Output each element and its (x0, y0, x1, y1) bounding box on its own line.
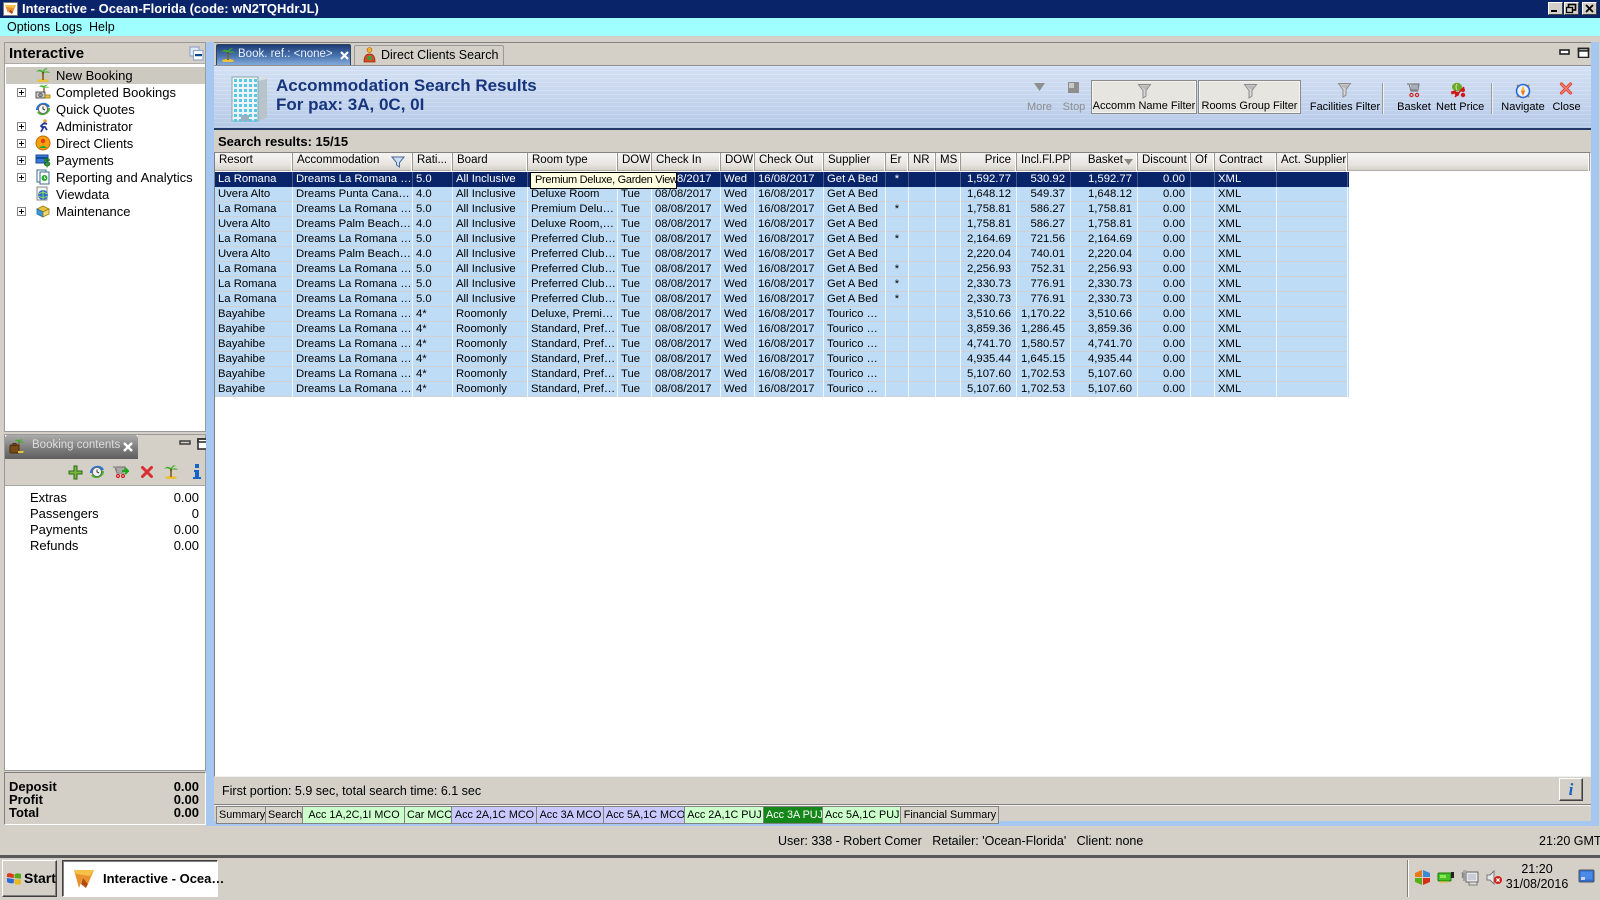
svg-text:$: $ (44, 157, 50, 168)
